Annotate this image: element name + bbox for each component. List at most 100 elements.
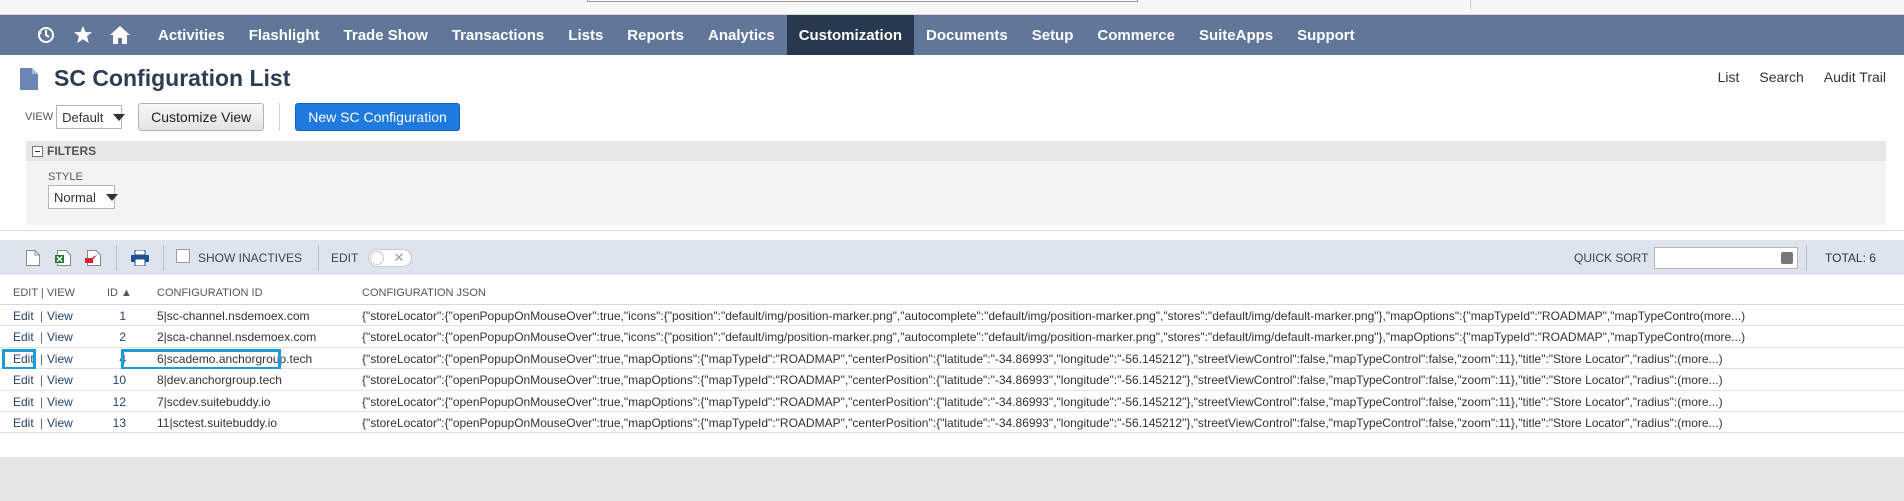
nav-item-commerce[interactable]: Commerce [1085,15,1187,55]
toolbar-divider [1806,244,1807,271]
view-row: VIEW Default Customize View New SC Confi… [25,103,460,131]
toolbar-divider [116,244,117,271]
button-divider [279,103,281,131]
record-id[interactable]: 13 [113,416,126,430]
table-row: Edit | View 4 6|scademo.anchorgroup.tech {"st… [0,347,1904,370]
style-select[interactable]: Normal [48,185,118,209]
chevron-down-icon [105,193,118,201]
export-csv-icon[interactable] [22,247,44,269]
export-pdf-icon[interactable] [82,247,104,269]
view-link[interactable]: View [47,416,73,430]
quick-sort-select[interactable] [1654,246,1799,269]
link-separator: | [40,330,44,345]
document-icon [20,67,38,90]
quick-sort-label: QUICK SORT [1574,250,1649,265]
nav-item-customization[interactable]: Customization [786,15,915,55]
nav-item-setup[interactable]: Setup [1020,15,1086,55]
title-row: SC Configuration List [20,65,290,92]
table-row: Edit | View 1 5|sc-channel.nsdemoex.com {"sto… [0,305,1904,327]
configuration-json: {"storeLocator":{"openPopupOnMouseOver":… [362,330,1746,345]
view-select[interactable]: Default [56,105,126,129]
configuration-id: 8|dev.anchorgroup.tech [157,373,282,388]
table-row: Edit | View 12 7|scdev.suitebuddy.io {"storeL… [0,390,1904,412]
quick-sort: QUICK SORT [1574,240,1799,275]
link-separator: | [40,394,44,409]
customize-view-button[interactable]: Customize View [138,103,265,131]
page-title: SC Configuration List [54,65,291,91]
configuration-id: 2|sca-channel.nsdemoex.com [157,330,317,345]
table-body: Edit | View 1 5|sc-channel.nsdemoex.com {"sto… [0,305,1904,434]
view-link[interactable]: View [47,395,73,409]
header-configuration-json[interactable]: CONFIGURATION JSON [362,287,486,299]
nav-item-trade-show[interactable]: Trade Show [332,15,440,55]
header-configuration-id[interactable]: CONFIGURATION ID [157,287,263,299]
filters-panel: FILTERS STYLE Normal [26,141,1886,225]
edit-link[interactable]: Edit [13,330,34,344]
record-id[interactable]: 2 [119,330,126,344]
top-strip [0,0,1904,15]
edit-link[interactable]: Edit [13,416,34,430]
nav-item-flashlight[interactable]: Flashlight [237,15,332,55]
edit-link[interactable]: Edit [13,395,34,409]
view-link[interactable]: View [47,309,73,323]
content-area: SC Configuration List List Search Audit … [0,55,1904,457]
recent-records-icon[interactable] [27,15,64,55]
nav-item-transactions[interactable]: Transactions [440,15,557,55]
star-icon[interactable] [64,15,101,55]
global-search-outline [587,0,1138,2]
section-divider [0,230,1904,231]
page-footer-area [0,457,1904,501]
record-id[interactable]: 12 [113,395,126,409]
toolbar-divider [318,244,320,271]
edit-link[interactable]: Edit [13,373,34,387]
edit-toggle-label: EDIT [331,250,359,265]
link-separator: | [40,309,44,323]
total-label: TOTAL: 6 [1825,250,1876,265]
style-select-value: Normal [54,189,96,205]
page-links: List Search Audit Trail [1718,69,1886,85]
show-inactives-checkbox[interactable] [176,248,190,263]
nav-item-support[interactable]: Support [1285,15,1367,55]
table-row: Edit | View 10 8|dev.anchorgroup.tech {"store… [0,369,1904,391]
configuration-json: {"storeLocator":{"openPopupOnMouseOver":… [362,415,1723,430]
link-separator: | [40,415,44,430]
audit-trail-link[interactable]: Audit Trail [1824,69,1886,85]
list-link[interactable]: List [1718,69,1740,85]
header-id[interactable]: ID ▲ [107,287,132,299]
view-link[interactable]: View [47,373,73,387]
collapse-icon[interactable] [32,145,43,157]
home-icon[interactable] [101,15,138,55]
nav-item-lists[interactable]: Lists [556,15,615,55]
toggle-knob [370,250,385,265]
nav-item-reports[interactable]: Reports [615,15,696,55]
nav-item-analytics[interactable]: Analytics [696,15,787,55]
top-strip-divider [1470,0,1471,10]
filters-title: FILTERS [47,144,97,158]
configuration-json: {"storeLocator":{"openPopupOnMouseOver":… [362,373,1723,388]
table-row: Edit | View 13 11|sctest.suitebuddy.io {"stor… [0,411,1904,434]
edit-toggle[interactable]: ✕ [368,248,413,267]
nav-item-documents[interactable]: Documents [914,15,1020,55]
edit-link[interactable]: Edit [13,309,34,323]
view-link[interactable]: View [47,330,73,344]
close-icon: ✕ [393,249,405,265]
configuration-json: {"storeLocator":{"openPopupOnMouseOver":… [362,309,1746,323]
print-icon[interactable] [129,247,151,269]
nav-item-activities[interactable]: Activities [146,15,237,55]
record-id[interactable]: 1 [119,309,126,323]
view-link[interactable]: View [47,352,73,366]
search-link[interactable]: Search [1759,69,1803,85]
record-id[interactable]: 10 [113,373,126,387]
toolbar-divider [163,244,164,271]
configuration-json: {"storeLocator":{"openPopupOnMouseOver":… [362,394,1723,409]
configuration-id: 5|sc-channel.nsdemoex.com [157,309,310,323]
view-label: VIEW [25,111,54,123]
header-edit-view: EDIT | VIEW [13,287,75,299]
new-sc-configuration-button[interactable]: New SC Configuration [295,103,460,131]
export-excel-icon[interactable] [52,247,74,269]
nav-item-suiteapps[interactable]: SuiteApps [1187,15,1285,55]
link-separator: | [40,373,44,388]
link-separator: | [40,351,44,366]
style-label: STYLE [48,171,83,183]
filters-header[interactable]: FILTERS [26,141,1886,161]
